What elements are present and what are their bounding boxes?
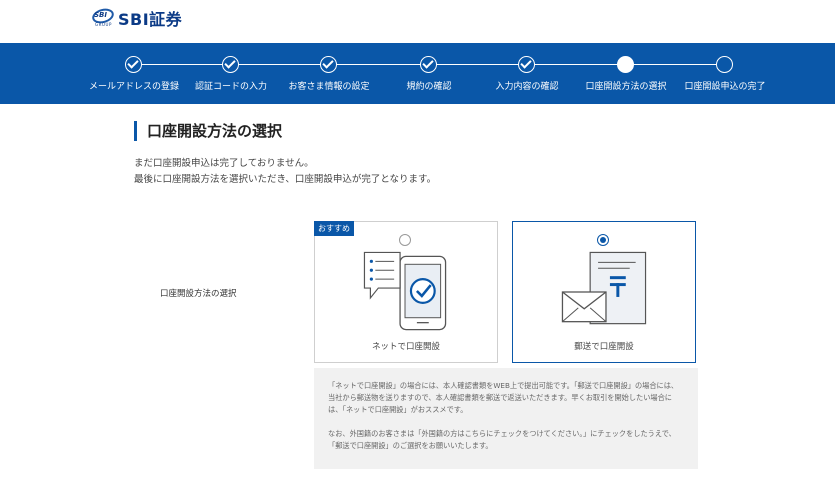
intro-line-2: 最後に口座開設方法を選択いただき、口座開設申込が完了となります。 (134, 174, 437, 185)
step-7-label: 口座開設申込の完了 (684, 82, 766, 92)
recommended-badge: おすすめ (314, 221, 354, 236)
account-method-label: 口座開設方法の選択 (160, 289, 237, 299)
step-6-current-icon (617, 56, 634, 73)
net-option-label: ネットで口座開設 (371, 342, 440, 352)
smartphone-check-icon (363, 251, 447, 331)
option-card-net[interactable]: おすすめ ネットで口座開設 (314, 221, 498, 363)
step-6-label: 口座開設方法の選択 (585, 82, 667, 92)
progress-stepper: メールアドレスの登録 認証コードの入力 お客さま情報の設定 規約の確認 入力内容… (0, 43, 835, 104)
mail-document-icon (561, 251, 647, 325)
sbi-group-logo-icon: SBI GROUP (90, 6, 116, 27)
notes-box: 「ネットで口座開設」の場合には、本人確認書類をWEB上で提出可能です。「郵送で口… (314, 368, 698, 469)
step-7-todo-icon (716, 56, 733, 73)
mail-option-label: 郵送で口座開設 (574, 342, 634, 352)
step-3-check-icon (320, 56, 337, 73)
mail-radio[interactable] (597, 234, 609, 246)
option-card-mail[interactable]: 郵送で口座開設 (512, 221, 696, 363)
step-2-label: 認証コードの入力 (194, 82, 268, 92)
brand-logo[interactable]: SBI GROUP SBI証券 (90, 6, 183, 29)
notes-paragraph-1: 「ネットで口座開設」の場合には、本人確認書類をWEB上で提出可能です。「郵送で口… (328, 381, 679, 414)
step-3-label: お客さま情報の設定 (288, 82, 370, 92)
step-4-check-icon (420, 56, 437, 73)
step-1-check-icon (125, 56, 142, 73)
page-title: 口座開設方法の選択 (134, 121, 282, 141)
step-5-label: 入力内容の確認 (495, 82, 559, 92)
notes-paragraph-2: なお、外国籍のお客さまは「外国籍の方はこちらにチェックをつけてください。」にチェ… (328, 429, 676, 450)
intro-line-1: まだ口座開設申込は完了しておりません。 (134, 158, 314, 169)
logo-group-text: GROUP (95, 22, 112, 27)
net-radio[interactable] (399, 234, 411, 246)
intro-text: まだ口座開設申込は完了しておりません。 最後に口座開設方法を選択いただき、口座開… (134, 156, 436, 188)
step-2-check-icon (222, 56, 239, 73)
brand-name: SBI証券 (118, 10, 183, 29)
step-5-check-icon (518, 56, 535, 73)
logo-mark-text: SBI (94, 11, 107, 19)
step-1-label: メールアドレスの登録 (88, 82, 180, 92)
step-4-label: 規約の確認 (406, 82, 452, 92)
